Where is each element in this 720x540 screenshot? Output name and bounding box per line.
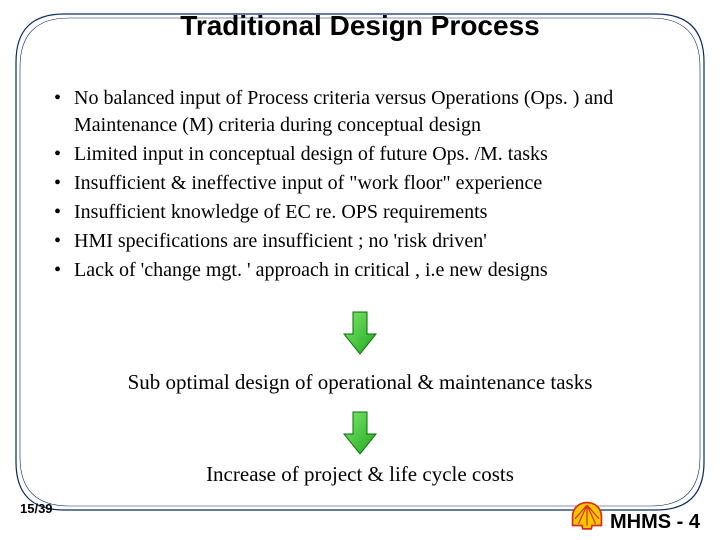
down-arrow-icon [0, 410, 720, 456]
bullet-item: No balanced input of Process criteria ve… [50, 85, 680, 139]
footer-label: MHMS - 4 [610, 511, 700, 534]
bullet-item: Insufficient & ineffective input of "wor… [50, 170, 680, 197]
footer: MHMS - 4 [570, 500, 700, 534]
bullet-item: Limited input in conceptual design of fu… [50, 141, 680, 168]
page-number: 15/39 [20, 501, 53, 516]
bullet-item: HMI specifications are insufficient ; no… [50, 228, 680, 255]
slide-title: Traditional Design Process [0, 10, 720, 42]
bullet-item: Insufficient knowledge of EC re. OPS req… [50, 199, 680, 226]
consequence-text-1: Sub optimal design of operational & main… [0, 370, 720, 395]
shell-logo-icon [570, 500, 604, 534]
down-arrow-icon [0, 310, 720, 356]
slide: Traditional Design Process No balanced i… [0, 0, 720, 540]
consequence-text-2: Increase of project & life cycle costs [0, 462, 720, 487]
content-area: No balanced input of Process criteria ve… [50, 85, 680, 286]
bullet-list: No balanced input of Process criteria ve… [50, 85, 680, 284]
bullet-item: Lack of 'change mgt. ' approach in criti… [50, 257, 680, 284]
